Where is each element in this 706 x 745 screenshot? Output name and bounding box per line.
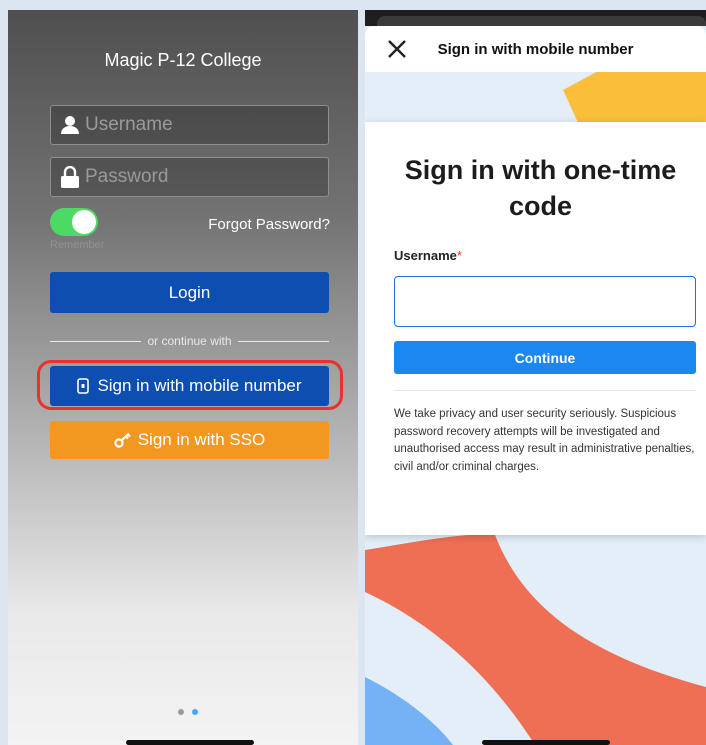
backdrop-sheet (377, 16, 706, 26)
card-title: Sign in with one-time code (404, 155, 677, 221)
lock-icon (55, 166, 85, 188)
sheet-title: Sign in with mobile number (437, 40, 634, 58)
otp-card: Sign in with one-time code Username* Con… (365, 122, 706, 535)
username-field[interactable]: Username (50, 105, 329, 145)
username-label: Username* (394, 248, 462, 263)
password-field[interactable]: Password (50, 157, 329, 197)
continue-button[interactable]: Continue (394, 341, 696, 374)
required-marker: * (456, 248, 462, 263)
toggle-knob (72, 210, 96, 234)
highlight-outline (37, 360, 343, 410)
login-screen: Magic P-12 College Username Password Rem… (8, 10, 358, 745)
deco-blue-shape (365, 677, 453, 745)
page-dot[interactable] (178, 709, 184, 715)
key-icon (114, 432, 132, 448)
username-label-text: Username (394, 248, 457, 263)
otp-screen: Sign in with mobile number Sign in with … (365, 10, 706, 745)
page-dot-active[interactable] (192, 709, 198, 715)
username-input[interactable] (394, 276, 696, 327)
home-indicator (126, 740, 254, 745)
remember-toggle[interactable] (50, 208, 98, 236)
college-name: Magic P-12 College (104, 50, 262, 70)
sheet-backdrop (365, 10, 706, 26)
forgot-password-link[interactable]: Forgot Password? (208, 216, 330, 233)
login-button[interactable]: Login (50, 272, 329, 313)
divider-line-left (50, 340, 142, 342)
sso-signin-label: Sign in with SSO (137, 430, 266, 449)
person-icon (55, 115, 85, 135)
privacy-notice: We take privacy and user security seriou… (394, 408, 695, 473)
username-placeholder: Username (85, 114, 173, 135)
divider-line-right (237, 340, 330, 342)
remember-label: Remember (50, 239, 105, 251)
continue-divider: or continue with (50, 334, 330, 348)
card-divider (394, 390, 696, 391)
password-placeholder: Password (85, 166, 169, 187)
sheet-header: Sign in with mobile number (365, 26, 706, 72)
page-indicator (178, 709, 198, 715)
home-indicator (482, 740, 610, 745)
sso-signin-button[interactable]: Sign in with SSO (50, 421, 329, 459)
divider-text: or continue with (147, 334, 232, 348)
